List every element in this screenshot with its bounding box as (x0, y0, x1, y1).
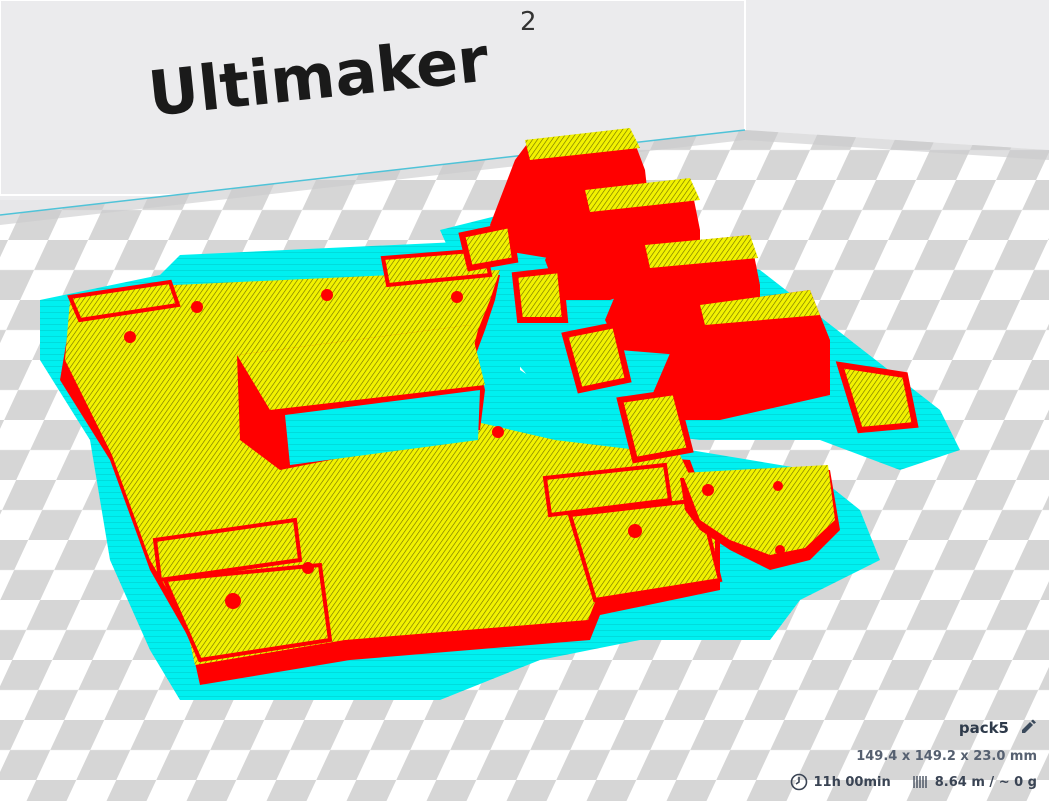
pencil-icon[interactable] (1019, 719, 1037, 737)
job-name: pack5 (958, 719, 1009, 737)
model-dimensions: 149.4 x 149.2 x 23.0 mm (856, 749, 1037, 764)
print-time: 11h 00min (813, 774, 891, 790)
clock-icon (790, 773, 807, 791)
job-info-panel: pack5 149.4 x 149.2 x 23.0 mm 11h 00min … (779, 709, 1049, 801)
print-stats: 11h 00min 8.64 m / ~ 0 g (790, 773, 1037, 791)
material-usage: 8.64 m / ~ 0 g (934, 774, 1037, 790)
filament-spool-icon (913, 776, 927, 788)
3d-viewport[interactable]: Ultimaker 2 (0, 0, 1049, 801)
printer-brand-superscript: 2 (520, 7, 537, 37)
